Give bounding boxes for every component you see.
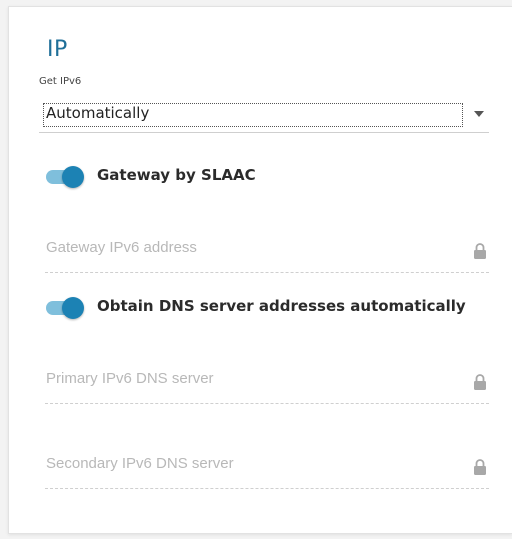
obtain-dns-auto-row[interactable]: Obtain DNS server addresses automaticall… xyxy=(44,296,466,320)
gateway-ipv6-address-field[interactable]: Gateway IPv6 address xyxy=(45,237,489,273)
obtain-dns-auto-label: Obtain DNS server addresses automaticall… xyxy=(97,297,466,315)
secondary-ipv6-dns-field[interactable]: Secondary IPv6 DNS server xyxy=(45,453,489,489)
obtain-dns-auto-toggle[interactable] xyxy=(44,297,84,319)
toggle-knob xyxy=(62,166,84,188)
lock-icon xyxy=(474,374,486,390)
primary-ipv6-dns-field[interactable]: Primary IPv6 DNS server xyxy=(45,368,489,404)
secondary-ipv6-dns-placeholder: Secondary IPv6 DNS server xyxy=(46,455,234,472)
gateway-ipv6-address-underline xyxy=(45,272,489,273)
gateway-by-slaac-row[interactable]: Gateway by SLAAC xyxy=(44,165,256,189)
lock-icon xyxy=(474,459,486,475)
section-title: IP xyxy=(47,37,68,62)
primary-ipv6-dns-placeholder: Primary IPv6 DNS server xyxy=(46,370,214,387)
get-ipv6-select[interactable]: Automatically xyxy=(39,101,489,133)
get-ipv6-value: Automatically xyxy=(46,104,150,122)
primary-ipv6-dns-underline xyxy=(45,403,489,404)
gateway-ipv6-address-placeholder: Gateway IPv6 address xyxy=(46,239,197,256)
gateway-by-slaac-label: Gateway by SLAAC xyxy=(97,166,256,184)
toggle-knob xyxy=(62,297,84,319)
secondary-ipv6-dns-underline xyxy=(45,488,489,489)
get-ipv6-label: Get IPv6 xyxy=(39,76,82,87)
gateway-by-slaac-toggle[interactable] xyxy=(44,166,84,188)
dropdown-arrow-icon xyxy=(474,111,484,117)
lock-icon xyxy=(474,243,486,259)
